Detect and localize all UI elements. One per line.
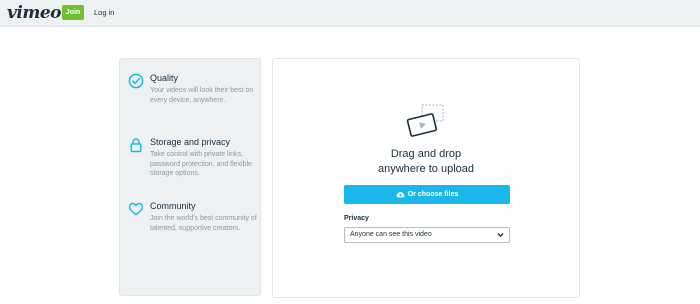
join-button[interactable]: Join (62, 5, 84, 20)
choose-files-label: Or choose files (407, 191, 459, 198)
upload-dropzone[interactable]: Drag and drop anywhere to upload Or choo… (272, 58, 580, 298)
feature-title: Storage and privacy (150, 137, 231, 147)
choose-files-button[interactable]: Or choose files (344, 185, 510, 204)
login-link[interactable]: Log in (94, 8, 114, 17)
lock-icon (130, 138, 142, 153)
feature-title: Community (150, 201, 196, 211)
privacy-select[interactable]: Anyone can see this video (344, 227, 510, 243)
feature-description: Your videos will look their best on ever… (150, 87, 254, 104)
feature-title: Quality (150, 73, 179, 83)
top-bar: vimeo Join Log in (0, 0, 700, 27)
video-file-icon (406, 104, 444, 137)
feature-description: Join the world's best community of talen… (150, 215, 257, 232)
drop-instructions: Drag and drop anywhere to upload (377, 148, 474, 175)
privacy-label: Privacy (344, 215, 369, 222)
chevron-down-icon (497, 233, 504, 238)
cloud-upload-icon (396, 191, 405, 198)
check-circle-icon (128, 73, 144, 89)
feature-description: Take control with private links, passwor… (150, 151, 252, 178)
privacy-select-value: Anyone can see this video (350, 231, 432, 238)
vimeo-logo[interactable]: vimeo (7, 3, 61, 23)
heart-icon (128, 202, 144, 216)
features-sidebar: Quality Your videos will look their best… (119, 58, 261, 296)
